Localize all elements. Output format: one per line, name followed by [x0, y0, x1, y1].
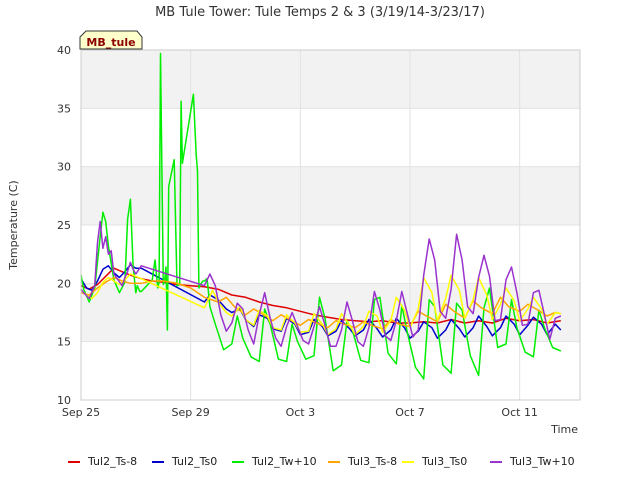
y-tick-label-30: 30: [57, 161, 71, 174]
x-tick-label-1: Sep 29: [172, 406, 210, 419]
y-tick-label-10: 10: [57, 394, 71, 407]
legend-label-tul3-ts-8: Tul3_Ts-8: [347, 455, 397, 468]
x-axis-ticks: Sep 25 Sep 29 Oct 3 Oct 7 Oct 11: [62, 406, 538, 419]
x-tick-label-0: Sep 25: [62, 406, 100, 419]
y-tick-label-40: 40: [57, 44, 71, 57]
temperature-chart: MB Tule Tower: Tule Temps 2 & 3 (3/19/14…: [7, 5, 581, 468]
y-axis-label: Temperature (C): [7, 180, 20, 270]
x-tick-label-3: Oct 7: [395, 406, 425, 419]
x-tick-label-2: Oct 3: [286, 406, 316, 419]
legend-label-tul2-ts0: Tul2_Ts0: [171, 455, 217, 468]
legend-label-tul2-tw-10: Tul2_Tw+10: [251, 455, 317, 468]
x-tick-label-4: Oct 11: [501, 406, 538, 419]
station-label-box: MB_tule: [79, 30, 143, 50]
legend-label-tul2-ts-8: Tul2_Ts-8: [87, 455, 137, 468]
x-axis-label: Time: [550, 423, 578, 436]
y-axis-ticks: 10 15 20 25 30 35 40: [57, 44, 71, 407]
plot-background: [81, 50, 580, 342]
y-tick-label-25: 25: [57, 219, 71, 232]
legend: Tul2_Ts-8 Tul2_Ts0 Tul2_Tw+10 Tul3_Ts-8 Tul3…: [68, 455, 575, 468]
legend-label-tul3-tw-10: Tul3_Tw+10: [509, 455, 575, 468]
station-label: MB_tule: [86, 36, 135, 49]
chart-title: MB Tule Tower: Tule Temps 2 & 3 (3/19/14…: [155, 5, 485, 20]
legend-label-tul3-ts0: Tul3_Ts0: [421, 455, 467, 468]
y-tick-label-35: 35: [57, 102, 71, 115]
band-2: [81, 50, 580, 109]
y-tick-label-15: 15: [57, 336, 71, 349]
band-1: [81, 166, 580, 225]
y-tick-label-20: 20: [57, 277, 71, 290]
